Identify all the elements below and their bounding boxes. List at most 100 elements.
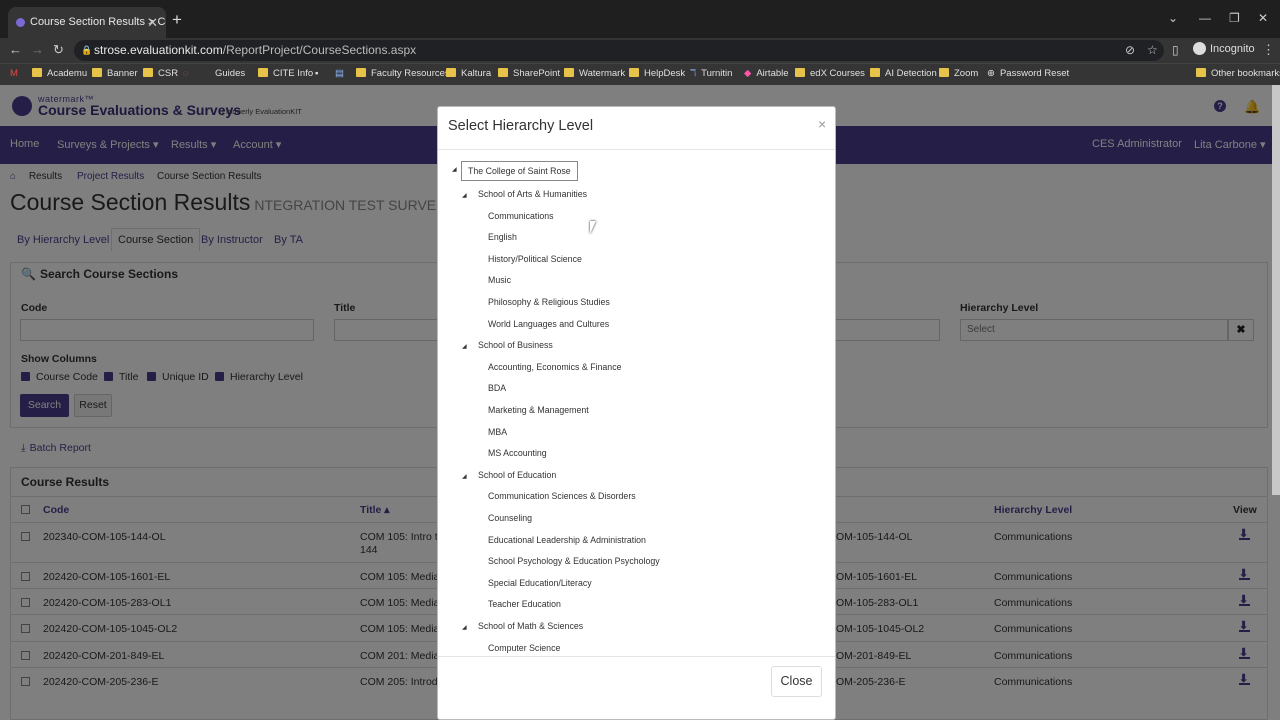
bookmark-15[interactable]: ⊕ Password Reset	[987, 68, 1069, 79]
tree-node-department[interactable]: Computer Science	[488, 643, 560, 653]
bookmark-8[interactable]: Watermark	[564, 68, 625, 79]
tree-node-department[interactable]: MS Accounting	[488, 448, 547, 458]
bookmark-label: Password Reset	[999, 68, 1070, 79]
minimize-icon[interactable]: —	[1199, 11, 1211, 25]
bookmark-label: Kaltura	[461, 68, 492, 79]
back-icon[interactable]: ←	[9, 42, 22, 57]
collapse-triangle-icon[interactable]: ◢	[462, 343, 467, 350]
tree-node-department[interactable]: Communications	[488, 211, 554, 221]
bookmark-label: Watermark	[579, 68, 626, 79]
tree-node-department[interactable]: School Psychology & Education Psychology	[488, 556, 660, 566]
bookmark-5[interactable]: Faculty Resources	[356, 68, 450, 79]
close-tab-icon[interactable]: ✕	[147, 7, 158, 38]
tree-node-school[interactable]: School of Business	[478, 340, 553, 350]
tree-node-school[interactable]: School of Education	[478, 470, 556, 480]
mouse-cursor-icon	[590, 221, 602, 234]
bookmark-3[interactable]: Guides	[205, 68, 245, 79]
bookmark-star-icon[interactable]: ☆	[1147, 43, 1158, 57]
tree-node-department[interactable]: World Languages and Cultures	[488, 319, 609, 329]
tree-node-root[interactable]: The College of Saint Rose	[461, 161, 578, 181]
tree-node-department[interactable]: Teacher Education	[488, 599, 561, 609]
modal-close-icon[interactable]: ×	[818, 116, 826, 132]
hierarchy-tree: ◢ The College of Saint Rose ◢ School of A…	[438, 150, 835, 656]
bookmark-9[interactable]: HelpDesk	[629, 68, 685, 79]
sidepanel-icon[interactable]: ▯	[1172, 43, 1179, 57]
bookmark-label: Academu	[47, 68, 88, 79]
tree-node-department[interactable]: Counseling	[488, 513, 532, 523]
bookmark-label: SharePoint	[513, 68, 561, 79]
bookmark-6[interactable]: Kaltura	[446, 68, 491, 79]
restore-icon[interactable]: ❐	[1229, 11, 1240, 25]
page-scrollbar[interactable]	[1272, 85, 1280, 495]
incognito-label: Incognito	[1210, 43, 1255, 55]
page: { "browser": { "tab_title": "Course Sect…	[0, 0, 1280, 720]
address-bar[interactable]: 🔒 strose.evaluationkit.com/ReportProject…	[74, 40, 1164, 61]
circle-icon[interactable]: ◌	[183, 68, 189, 79]
bookmark-label: Turnitin	[701, 68, 733, 79]
folder-icon	[629, 68, 639, 77]
tree-node-department[interactable]: Special Education/Literacy	[488, 578, 592, 588]
tree-node-department[interactable]: English	[488, 232, 517, 242]
divider	[438, 656, 835, 657]
folder-icon	[258, 68, 268, 77]
bookmark-4[interactable]: CITE Info	[258, 68, 313, 79]
gmail-icon[interactable]: M	[10, 68, 18, 79]
bookmark-label: Other bookmarks	[1211, 68, 1280, 79]
tree-node-department[interactable]: Marketing & Management	[488, 405, 589, 415]
url-host: strose.evaluationkit.com	[94, 43, 223, 57]
tracking-eye-icon[interactable]: ⊘	[1125, 43, 1135, 57]
browser-menu-icon[interactable]: ⋮	[1262, 42, 1275, 58]
tree-node-school[interactable]: School of Arts & Humanities	[478, 189, 587, 199]
folder-icon	[795, 68, 805, 77]
new-tab-icon[interactable]: +	[172, 10, 182, 30]
lock-icon: 🔒	[81, 45, 93, 55]
collapse-triangle-icon[interactable]: ◢	[462, 192, 467, 199]
bookmark-10[interactable]: ℸ Turnitin	[690, 68, 732, 79]
bookmark-16[interactable]: Other bookmarks	[1196, 68, 1280, 79]
bookmark-1[interactable]: Banner	[92, 68, 138, 79]
collapse-triangle-icon[interactable]: ◢	[462, 624, 467, 631]
bookmark-label: Faculty Resources	[371, 68, 450, 79]
bookmark-12[interactable]: edX Courses	[795, 68, 865, 79]
bookmark-0[interactable]: Academu	[32, 68, 87, 79]
tab-search-icon[interactable]: ⌄	[1168, 11, 1178, 25]
tree-node-department[interactable]: Accounting, Economics & Finance	[488, 362, 622, 372]
tree-node-department[interactable]: MBA	[488, 427, 507, 437]
bookmark-13[interactable]: AI Detection	[870, 68, 937, 79]
site-favicon-icon	[16, 18, 25, 27]
bookmark-7[interactable]: SharePoint	[498, 68, 560, 79]
folder-icon	[870, 68, 880, 77]
folder-icon	[939, 68, 949, 77]
folder-icon	[446, 68, 456, 77]
bookmark-label: edX Courses	[810, 68, 865, 79]
forward-icon[interactable]: →	[31, 42, 44, 57]
collapse-triangle-icon[interactable]: ◢	[452, 166, 457, 173]
folder-icon	[356, 68, 366, 77]
browser-tab[interactable]: Course Section Results > Course ✕	[8, 7, 166, 38]
tree-node-department[interactable]: Communication Sciences & Disorders	[488, 491, 636, 501]
forms-icon[interactable]: ▤	[335, 68, 344, 79]
tree-node-department[interactable]: Music	[488, 275, 511, 285]
tree-node-department[interactable]: History/Political Science	[488, 254, 582, 264]
tree-node-department[interactable]: BDA	[488, 383, 506, 393]
collapse-triangle-icon[interactable]: ◢	[462, 473, 467, 480]
bookmark-11[interactable]: ◆ Airtable	[744, 68, 789, 79]
tree-node-school[interactable]: School of Math & Sciences	[478, 621, 583, 631]
browser-tabstrip: Course Section Results > Course ✕ + ⌄ — …	[0, 0, 1280, 38]
window-close-icon[interactable]: ✕	[1258, 11, 1268, 25]
incognito-icon	[1193, 42, 1206, 55]
bookmark-label: CITE Info	[273, 68, 314, 79]
app-icon[interactable]: ▪	[315, 68, 318, 79]
bookmark-label: Banner	[107, 68, 138, 79]
bookmark-label: HelpDesk	[644, 68, 686, 79]
reload-icon[interactable]: ↻	[53, 42, 64, 58]
tree-node-department[interactable]: Philosophy & Religious Studies	[488, 297, 610, 307]
bookmark-14[interactable]: Zoom	[939, 68, 978, 79]
tree-node-department[interactable]: Educational Leadership & Administration	[488, 535, 646, 545]
close-button[interactable]: Close	[771, 666, 822, 697]
url-path: /ReportProject/CourseSections.aspx	[222, 43, 417, 57]
bookmark-2[interactable]: CSR	[143, 68, 178, 79]
tab-title: Course Section Results > Course	[30, 16, 166, 28]
incognito-badge[interactable]: Incognito	[1193, 42, 1255, 55]
hierarchy-modal: Select Hierarchy Level × ◢ The College o…	[437, 106, 836, 720]
